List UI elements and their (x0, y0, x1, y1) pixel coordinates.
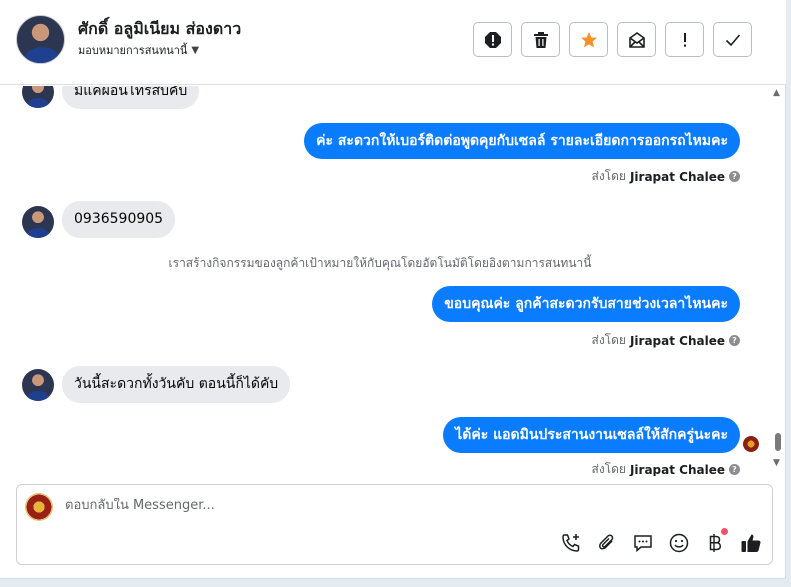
saved-replies-button[interactable] (632, 532, 654, 554)
mark-important-button[interactable] (665, 22, 704, 57)
alert-octagon-icon (484, 31, 501, 48)
scroll-up-arrow-icon[interactable]: ▲ (773, 88, 780, 98)
call-button[interactable] (560, 532, 582, 554)
sent-by-name: Jirapat Chalee (629, 333, 725, 348)
trash-icon (533, 31, 548, 48)
checkmark-icon (725, 33, 740, 46)
system-notice: เราสร้างกิจกรรมของลูกค้าเป้าหมายให้กับคุ… (168, 256, 592, 270)
mail-icon (628, 31, 645, 48)
smile-icon (669, 533, 689, 553)
assign-label: มอบหมายการสนทนานี้ (78, 44, 188, 57)
thumbs-up-button[interactable] (740, 532, 762, 554)
help-icon[interactable]: ? (729, 464, 740, 475)
seen-indicator-avatar (743, 436, 759, 452)
caret-down-icon: ▼ (191, 44, 200, 56)
paperclip-icon (599, 534, 614, 550)
assign-conversation-dropdown[interactable]: มอบหมายการสนทนานี้ ▼ (78, 41, 199, 59)
attach-button[interactable] (596, 532, 618, 554)
conversation-toolbar (473, 22, 752, 57)
conversation-header: ศักดิ์ อลูมิเนียม ส่องดาว มอบหมายการสนทน… (0, 0, 786, 85)
exclamation-icon (683, 32, 686, 47)
phone-add-icon (562, 534, 580, 552)
reply-input[interactable] (65, 498, 665, 513)
contact-avatar-small (22, 369, 54, 401)
notification-dot (721, 528, 728, 535)
mark-done-button[interactable] (713, 22, 752, 57)
incoming-message: มิแคผ่อนไทรสบคับ (62, 86, 200, 109)
page-avatar (25, 493, 53, 521)
sent-by-name: Jirapat Chalee (629, 169, 725, 184)
outgoing-message: ค่ะ สะดวกให้เบอร์ติดต่อพูดคุยกับเซลล์ รา… (304, 123, 740, 159)
contact-avatar[interactable] (16, 15, 65, 64)
sent-by-name: Jirapat Chalee (629, 462, 725, 477)
contact-avatar-small (22, 206, 54, 238)
sent-by-prefix: ส่งโดย (591, 169, 626, 183)
composer-actions (560, 528, 762, 554)
emoji-button[interactable] (668, 532, 690, 554)
thumbs-up-icon (741, 534, 761, 552)
help-icon[interactable]: ? (729, 171, 740, 182)
outgoing-message: ขอบคุณค่ะ ลูกค้าสะดวกรับสายช่วงเวลาไหนคะ (432, 286, 740, 322)
mark-spam-button[interactable] (473, 22, 512, 57)
reply-composer (16, 484, 773, 565)
help-icon[interactable]: ? (729, 335, 740, 346)
contact-avatar-small (22, 86, 54, 108)
chat-bubble-icon (634, 535, 652, 553)
star-button[interactable] (569, 22, 608, 57)
sent-by-prefix: ส่งโดย (591, 462, 626, 476)
sent-by-label: ส่งโดย Jirapat Chalee ? (591, 167, 740, 186)
scroll-down-arrow-icon[interactable]: ▼ (773, 458, 780, 468)
contact-name[interactable]: ศักดิ์ อลูมิเนียม ส่องดาว (78, 17, 241, 42)
outgoing-message: ได้ค่ะ แอดมินประสานงานเซลล์ให้สักครู่นะค… (443, 417, 740, 453)
thread-scrollbar[interactable]: ▲ ▼ (772, 86, 784, 476)
baht-icon (709, 534, 722, 552)
scrollbar-thumb[interactable] (775, 433, 781, 451)
sent-by-label: ส่งโดย Jirapat Chalee ? (591, 460, 740, 477)
incoming-message: 0936590905 (62, 201, 176, 238)
star-icon (580, 31, 597, 47)
payment-button[interactable] (704, 528, 728, 554)
delete-button[interactable] (521, 22, 560, 57)
incoming-message: วันนี้สะดวกทั้งวันคับ ตอนนี้ก็ได้คับ (62, 366, 291, 403)
message-thread[interactable]: มิแคผ่อนไทรสบคับ ค่ะ สะดวกให้เบอร์ติดต่อ… (0, 86, 786, 476)
sent-by-prefix: ส่งโดย (591, 333, 626, 347)
mark-unread-button[interactable] (617, 22, 656, 57)
conversation-panel: ศักดิ์ อลูมิเนียม ส่องดาว มอบหมายการสนทน… (0, 0, 786, 579)
sent-by-label: ส่งโดย Jirapat Chalee ? (591, 331, 740, 350)
